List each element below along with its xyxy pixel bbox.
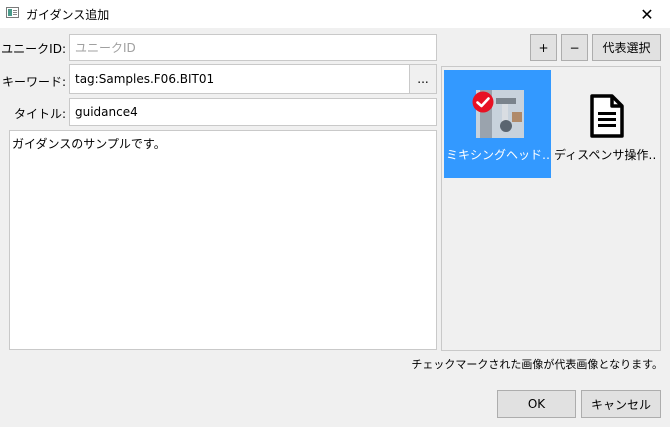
image-item-mixing-head[interactable]: ミキシングヘッド… [444,70,551,178]
document-icon [590,94,624,138]
unique-id-label: ユニークID: [1,42,66,56]
unique-id-input[interactable]: ユニークID [69,34,437,61]
title-label: タイトル: [13,107,66,121]
ok-button[interactable]: OK [497,390,576,418]
image-list[interactable]: ミキシングヘッド… ディスペンサ操作… [441,66,661,351]
image-item-label: ミキシングヘッド… [446,148,549,162]
add-image-button[interactable]: + [530,34,557,61]
title-bar: ガイダンス追加 ✕ [0,0,670,28]
close-button[interactable]: ✕ [624,0,670,28]
keyword-label: キーワード: [1,75,66,89]
window-title: ガイダンス追加 [26,8,110,22]
image-item-label: ディスペンサ操作… [554,148,657,162]
keyword-browse-button[interactable]: ... [409,64,437,94]
app-icon [6,7,19,18]
checkmark-icon [472,91,494,113]
cancel-button[interactable]: キャンセル [581,390,661,418]
select-representative-button[interactable]: 代表選択 [592,34,661,61]
remove-image-button[interactable]: − [561,34,588,61]
representative-hint-text: チェックマークされた画像が代表画像となります。 [411,358,663,371]
title-input[interactable]: guidance4 [69,98,437,126]
image-item-dispenser[interactable]: ディスペンサ操作… [552,70,659,178]
body-textarea[interactable]: ガイダンスのサンプルです。 [9,130,437,350]
keyword-input[interactable]: tag:Samples.F06.BIT01 [69,64,410,94]
